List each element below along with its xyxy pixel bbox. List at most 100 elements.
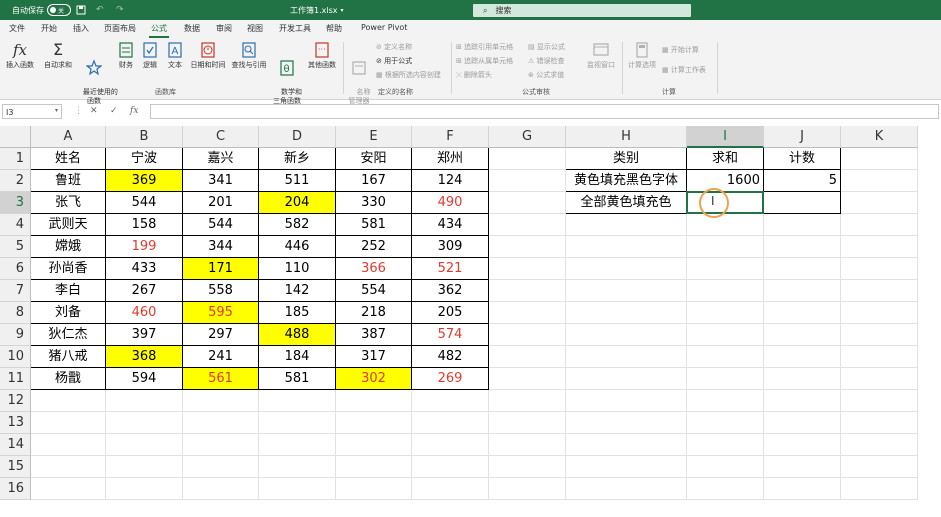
cell[interactable] (489, 236, 566, 258)
summary-value-cell[interactable] (764, 192, 841, 214)
cell[interactable] (106, 478, 183, 500)
cell[interactable] (336, 434, 412, 456)
cell[interactable] (489, 214, 566, 236)
cell[interactable] (489, 170, 566, 192)
cell[interactable] (336, 456, 412, 478)
cell[interactable] (489, 346, 566, 368)
filename-dropdown-icon[interactable]: ▾ (341, 7, 344, 14)
tab-data[interactable]: 数据 (184, 23, 200, 34)
evaluate-formula-button[interactable]: ⊛ 公式求值 (528, 71, 564, 80)
value-cell[interactable]: 110 (259, 258, 336, 280)
cell[interactable] (489, 368, 566, 390)
table-header-cell[interactable]: 宁波 (106, 148, 183, 170)
cell[interactable] (31, 478, 106, 500)
column-header-i[interactable]: I (687, 126, 764, 148)
cell[interactable] (841, 170, 918, 192)
value-cell[interactable]: 490 (412, 192, 489, 214)
remove-arrows-button[interactable]: ⤬ 删除箭头 (456, 71, 492, 80)
value-cell[interactable]: 124 (412, 170, 489, 192)
cell[interactable] (183, 390, 259, 412)
value-cell[interactable]: 205 (412, 302, 489, 324)
cell[interactable] (489, 148, 566, 170)
lookup-reference-button[interactable]: 查找与引用 (229, 41, 269, 70)
cell[interactable] (489, 258, 566, 280)
cell[interactable] (566, 236, 687, 258)
value-cell[interactable]: 184 (259, 346, 336, 368)
cell[interactable] (764, 280, 841, 302)
value-cell[interactable]: 397 (106, 324, 183, 346)
row-header-10[interactable]: 10 (0, 346, 31, 368)
value-cell[interactable]: 267 (106, 280, 183, 302)
cell[interactable] (566, 346, 687, 368)
tab-insert[interactable]: 插入 (73, 23, 89, 34)
value-cell[interactable]: 544 (183, 214, 259, 236)
summary-category-cell[interactable]: 黄色填充黑色字体 (566, 170, 687, 192)
tab-view[interactable]: 视图 (247, 23, 263, 34)
cell[interactable] (841, 280, 918, 302)
cell[interactable] (489, 412, 566, 434)
cell[interactable] (841, 214, 918, 236)
cell[interactable] (841, 390, 918, 412)
cell[interactable] (566, 478, 687, 500)
cell[interactable] (336, 412, 412, 434)
cell[interactable] (764, 302, 841, 324)
cell[interactable] (31, 434, 106, 456)
create-from-selection-button[interactable]: ▦ 根据所选内容创建 (376, 71, 441, 80)
value-cell[interactable]: 201 (183, 192, 259, 214)
value-cell[interactable]: 269 (412, 368, 489, 390)
tab-formulas[interactable]: 公式 (149, 23, 169, 38)
column-header-b[interactable]: B (106, 126, 183, 148)
value-cell[interactable]: 446 (259, 236, 336, 258)
cell[interactable] (764, 368, 841, 390)
cell[interactable] (489, 456, 566, 478)
define-name-button[interactable]: ⊘ 定义名称 (376, 43, 412, 52)
row-header-6[interactable]: 6 (0, 258, 31, 280)
value-cell[interactable]: 488 (259, 324, 336, 346)
column-header-d[interactable]: D (259, 126, 336, 148)
column-header-j[interactable]: J (764, 126, 841, 148)
name-box-dropdown-icon[interactable]: ▾ (55, 107, 58, 114)
cell[interactable] (841, 324, 918, 346)
cell[interactable] (106, 456, 183, 478)
cell[interactable] (764, 434, 841, 456)
cell[interactable] (489, 324, 566, 346)
value-cell[interactable]: 581 (336, 214, 412, 236)
column-header-f[interactable]: F (412, 126, 489, 148)
value-cell[interactable]: 544 (106, 192, 183, 214)
value-cell[interactable]: 309 (412, 236, 489, 258)
cell[interactable] (489, 434, 566, 456)
cell[interactable] (489, 478, 566, 500)
formula-input[interactable] (150, 104, 939, 119)
cell[interactable] (183, 456, 259, 478)
use-in-formula-button[interactable]: ⊘ 用于公式 (376, 57, 412, 66)
cell[interactable] (687, 302, 764, 324)
save-icon[interactable] (76, 5, 86, 15)
row-header-13[interactable]: 13 (0, 412, 31, 434)
cell[interactable] (687, 258, 764, 280)
value-cell[interactable]: 252 (336, 236, 412, 258)
value-cell[interactable]: 594 (106, 368, 183, 390)
cell[interactable] (259, 478, 336, 500)
cell[interactable] (687, 324, 764, 346)
cell[interactable] (183, 412, 259, 434)
tab-home[interactable]: 开始 (41, 23, 57, 34)
row-header-15[interactable]: 15 (0, 456, 31, 478)
value-cell[interactable]: 317 (336, 346, 412, 368)
cell[interactable] (566, 456, 687, 478)
cell[interactable] (687, 434, 764, 456)
name-cell[interactable]: 张飞 (31, 192, 106, 214)
cell[interactable] (764, 412, 841, 434)
value-cell[interactable]: 199 (106, 236, 183, 258)
tab-help[interactable]: 帮助 (326, 23, 342, 34)
cell[interactable] (687, 478, 764, 500)
value-cell[interactable]: 241 (183, 346, 259, 368)
insert-function-fx-icon[interactable]: fx (130, 106, 138, 116)
show-formulas-button[interactable]: ▤ 显示公式 (528, 43, 565, 52)
cell[interactable] (764, 390, 841, 412)
summary-header-cell[interactable]: 计数 (764, 148, 841, 170)
cell[interactable] (764, 324, 841, 346)
value-cell[interactable]: 344 (183, 236, 259, 258)
cell[interactable] (566, 434, 687, 456)
cell[interactable] (412, 390, 489, 412)
search-box[interactable]: ⌕ 搜索 (473, 4, 691, 17)
